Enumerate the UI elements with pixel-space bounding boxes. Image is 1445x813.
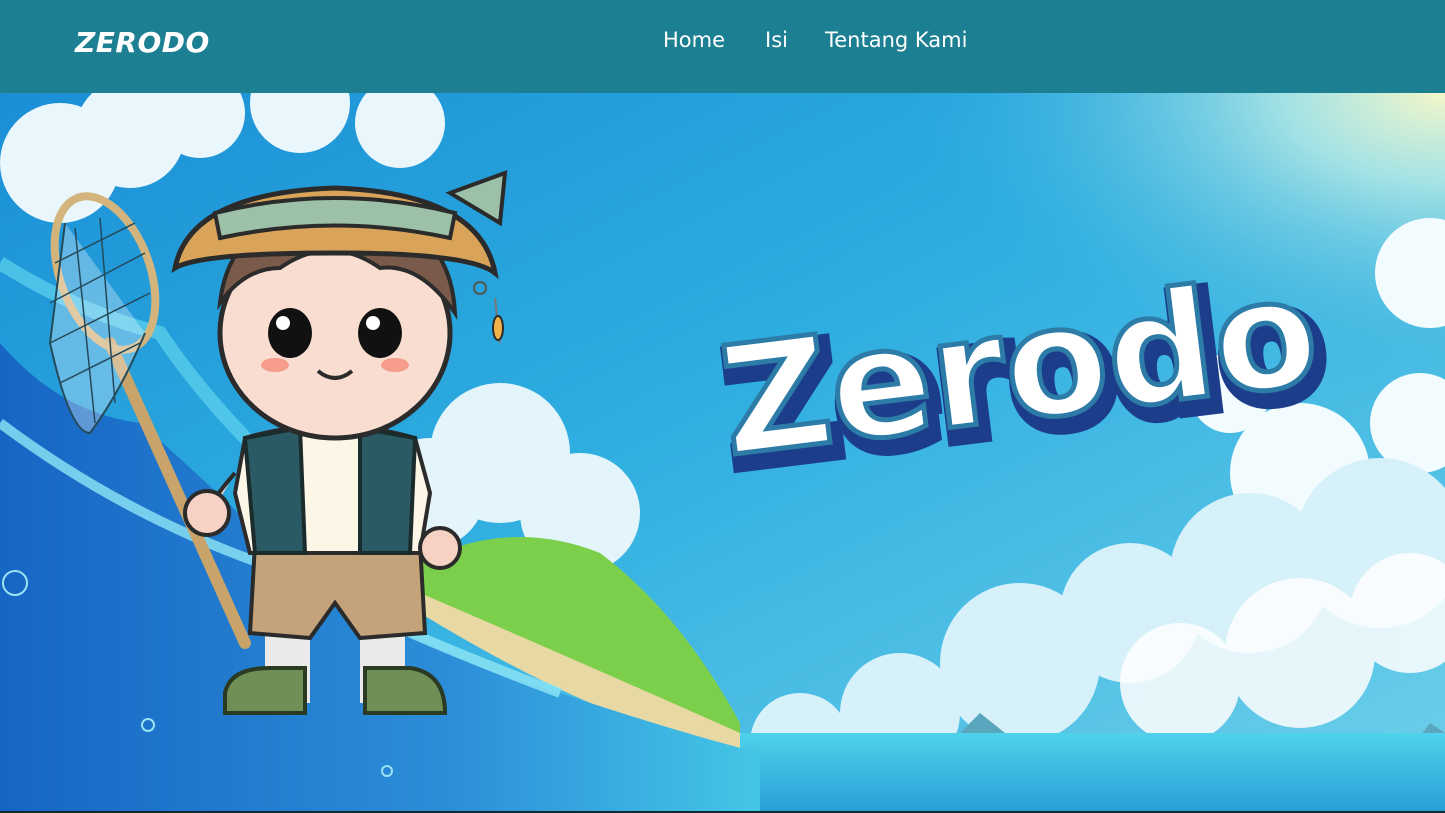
nav-link-home[interactable]: Home: [663, 28, 725, 52]
vest-right: [358, 425, 418, 555]
brand-logo[interactable]: ZERODO: [75, 26, 210, 59]
left-boot: [223, 666, 307, 715]
nav-link-tentang-kami[interactable]: Tentang Kami: [825, 28, 967, 52]
navbar: ZERODO Home Isi Tentang Kami: [0, 0, 1445, 93]
right-hand: [418, 526, 462, 570]
hero-banner: Zerodo Zerodo: [0, 93, 1445, 811]
nav-link-isi[interactable]: Isi: [765, 28, 788, 52]
hero-illustration: Zerodo Zerodo: [0, 93, 1445, 811]
vest-left: [242, 425, 308, 555]
left-hand: [183, 489, 231, 537]
